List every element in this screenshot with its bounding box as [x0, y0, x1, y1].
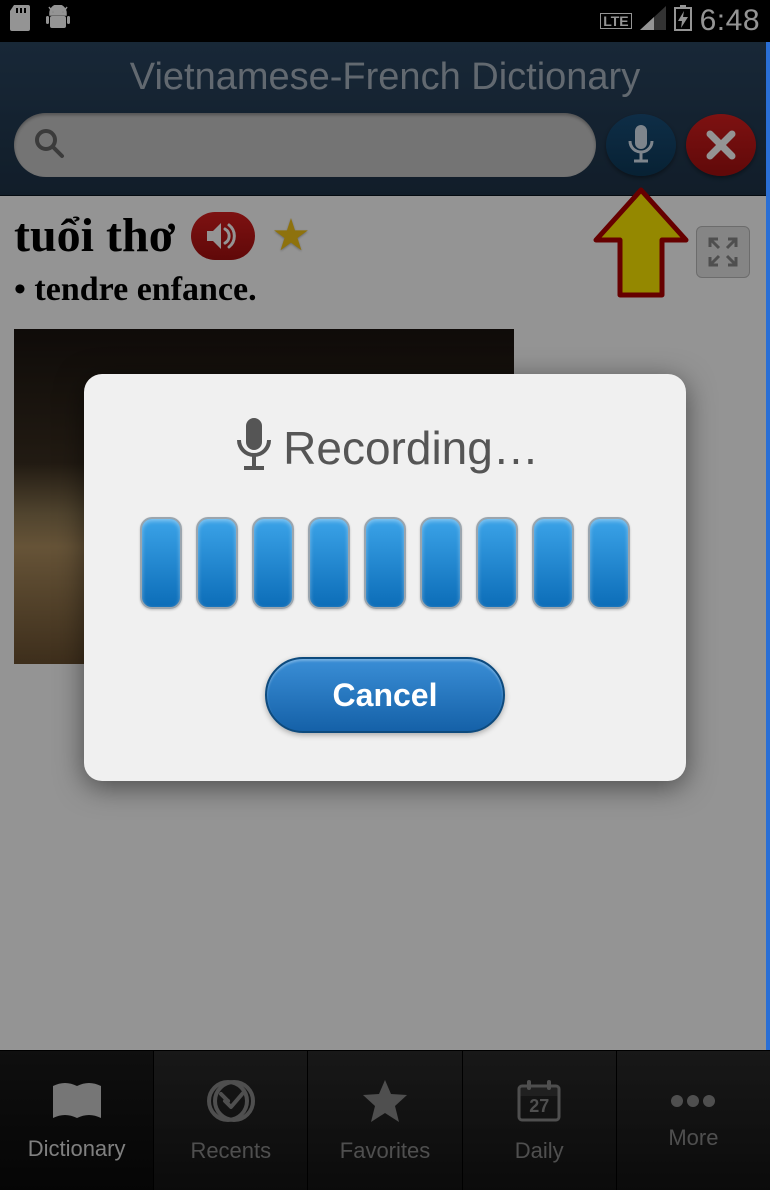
level-bar — [364, 517, 406, 609]
level-bar — [196, 517, 238, 609]
mic-icon — [231, 414, 277, 481]
dialog-title: Recording… — [283, 421, 539, 475]
level-bar — [140, 517, 182, 609]
modal-overlay[interactable]: Recording… Cancel — [0, 0, 770, 1190]
level-bar — [588, 517, 630, 609]
level-bar — [532, 517, 574, 609]
right-edge-highlight — [766, 42, 770, 1050]
level-bar — [476, 517, 518, 609]
recording-level-bars — [114, 517, 656, 609]
level-bar — [308, 517, 350, 609]
level-bar — [420, 517, 462, 609]
cancel-button[interactable]: Cancel — [265, 657, 505, 733]
recording-dialog: Recording… Cancel — [84, 374, 686, 781]
level-bar — [252, 517, 294, 609]
